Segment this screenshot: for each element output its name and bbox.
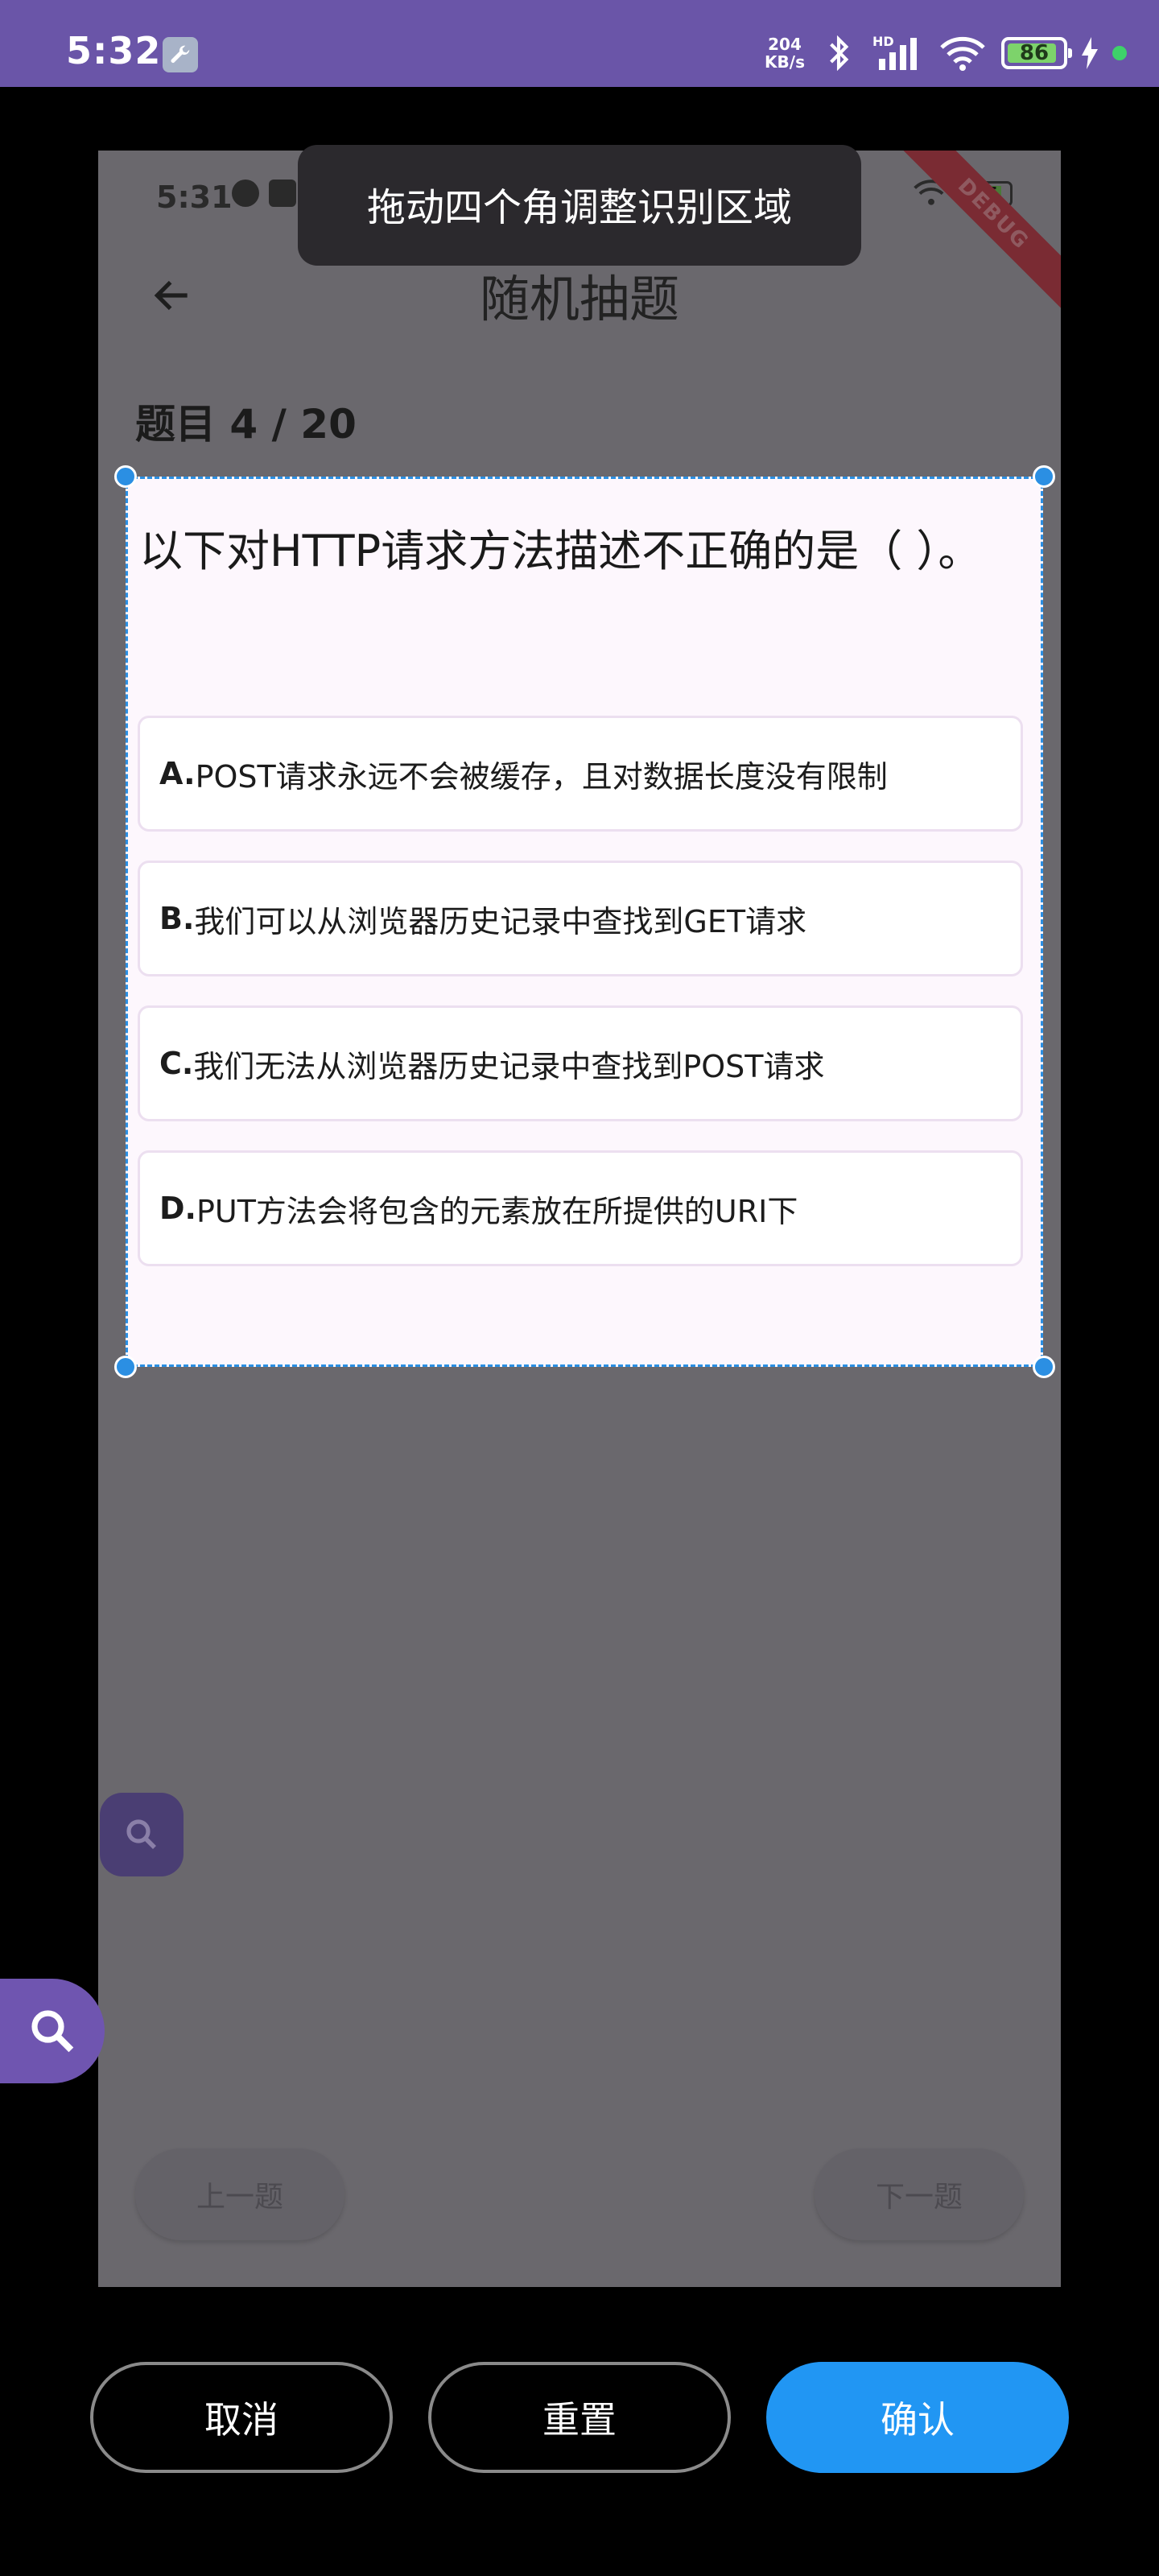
- privacy-indicator-dot: [1112, 46, 1127, 60]
- page-title: 随机抽题: [479, 270, 679, 328]
- option-text: PUT方法会将包含的元素放在所提供的URI下: [196, 1193, 798, 1229]
- option-b: B. 我们可以从浏览器历史记录中查找到GET请求: [138, 861, 1023, 976]
- net-speed-value: 204: [768, 35, 802, 54]
- inner-status-icons: [232, 180, 296, 207]
- charging-icon: [1080, 34, 1099, 72]
- crop-region[interactable]: 以下对HTTP请求方法描述不正确的是（ ）。 A. POST请求永远不会被缓存，…: [126, 477, 1043, 1367]
- crop-handle-bottom-right[interactable]: [1033, 1356, 1055, 1378]
- question-progress: 题目 4 / 20: [135, 401, 357, 448]
- reset-button[interactable]: 重置: [428, 2362, 731, 2473]
- network-speed: 204 KB/s: [765, 35, 805, 71]
- cell-signal-icon: HD: [872, 34, 924, 72]
- wrench-icon: [163, 37, 198, 72]
- option-letter: C.: [159, 1046, 194, 1081]
- search-fab[interactable]: [0, 1979, 105, 2083]
- option-d: D. PUT方法会将包含的元素放在所提供的URI下: [138, 1150, 1023, 1266]
- inner-search-fab: [100, 1793, 184, 1876]
- option-text: 我们可以从浏览器历史记录中查找到GET请求: [194, 903, 807, 939]
- prev-question-button: 上一题: [135, 2149, 344, 2240]
- status-bar: 5:32 204 KB/s HD 86: [0, 0, 1159, 87]
- option-letter: D.: [159, 1191, 196, 1226]
- wifi-icon: [937, 34, 988, 72]
- question-text: 以下对HTTP请求方法描述不正确的是（ ）。: [139, 526, 982, 576]
- inner-notification-icon: [232, 180, 259, 207]
- confirm-button[interactable]: 确认: [766, 2362, 1069, 2473]
- option-c: C. 我们无法从浏览器历史记录中查找到POST请求: [138, 1005, 1023, 1121]
- option-text: 我们无法从浏览器历史记录中查找到POST请求: [193, 1048, 825, 1084]
- crop-handle-top-right[interactable]: [1033, 465, 1055, 488]
- option-letter: A.: [159, 756, 196, 791]
- battery-level: 86: [1019, 41, 1050, 65]
- crop-handle-top-left[interactable]: [114, 465, 137, 488]
- battery-icon: 86: [1001, 37, 1072, 69]
- inner-wrench-icon: [269, 180, 296, 207]
- option-letter: B.: [159, 901, 195, 936]
- option-text: POST请求永远不会被缓存，且对数据长度没有限制: [195, 758, 888, 795]
- option-a: A. POST请求永远不会被缓存，且对数据长度没有限制: [138, 716, 1023, 832]
- crop-handle-bottom-left[interactable]: [114, 1356, 137, 1378]
- next-question-button: 下一题: [815, 2149, 1024, 2240]
- search-icon: [126, 1819, 156, 1849]
- signal-hd-label: HD: [872, 34, 894, 49]
- status-time: 5:32: [66, 29, 162, 72]
- cancel-button[interactable]: 取消: [90, 2362, 393, 2473]
- hint-toast: 拖动四个角调整识别区域: [298, 145, 861, 266]
- search-icon: [31, 2010, 74, 2053]
- net-speed-unit: KB/s: [765, 52, 805, 72]
- bluetooth-icon: [818, 34, 860, 72]
- inner-status-time: 5:31: [156, 180, 233, 215]
